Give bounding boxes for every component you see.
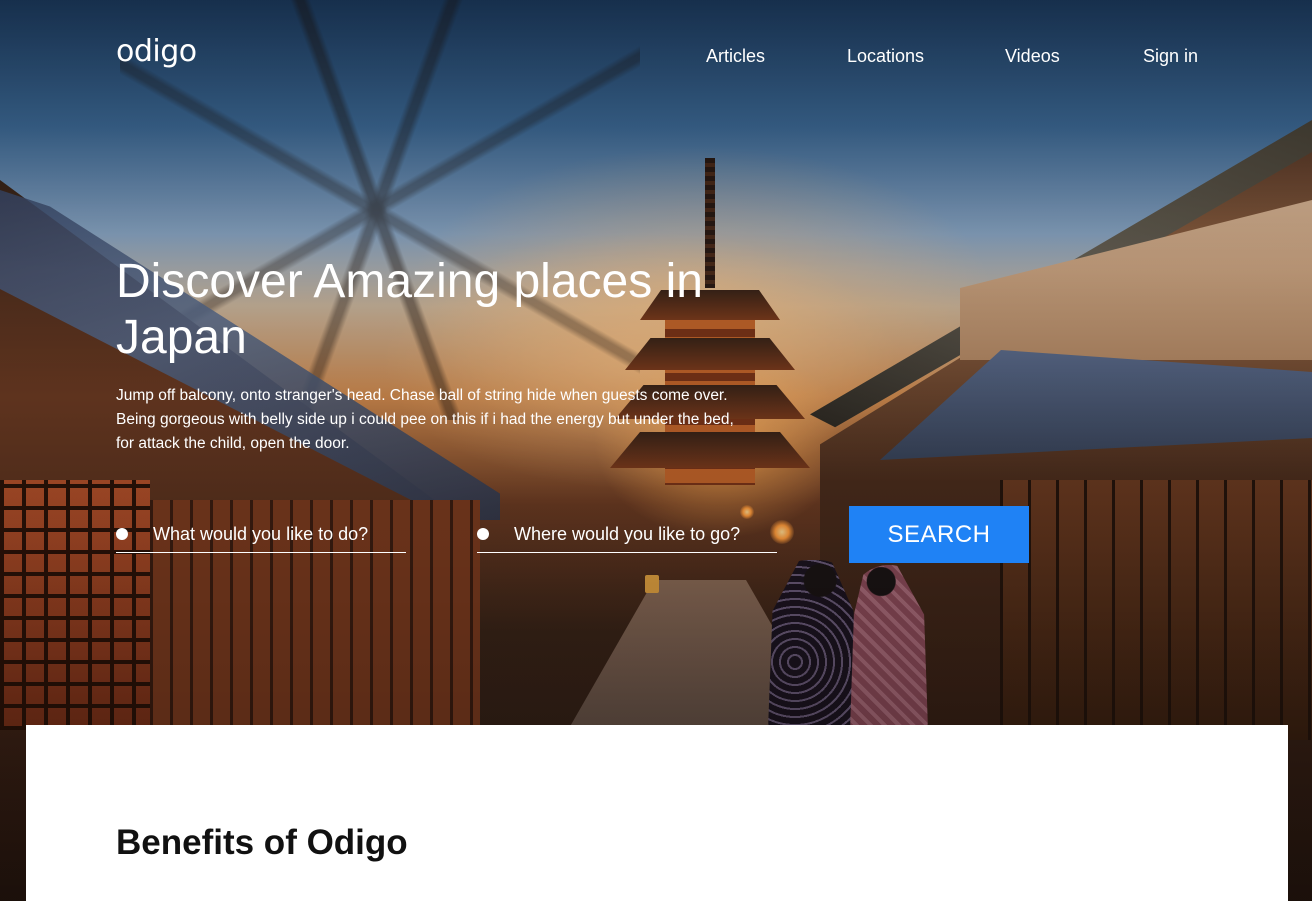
activity-input[interactable] — [153, 520, 403, 548]
nav-videos[interactable]: Videos — [1005, 44, 1060, 68]
activity-field[interactable] — [116, 516, 406, 553]
hero-title: Discover Amazing places in Japan — [116, 255, 703, 364]
page: odigo Articles Locations Videos Sign in … — [0, 0, 1312, 901]
nav-articles[interactable]: Articles — [706, 44, 765, 68]
content-card: Benefits of Odigo — [26, 725, 1288, 901]
nav-sign-in[interactable]: Sign in — [1143, 44, 1198, 68]
nav-locations[interactable]: Locations — [847, 44, 924, 68]
search-button[interactable]: SEARCH — [849, 506, 1029, 563]
bullet-icon — [116, 528, 128, 540]
benefits-heading: Benefits of Odigo — [116, 823, 408, 862]
logo[interactable]: odigo — [116, 34, 197, 70]
destination-input[interactable] — [514, 520, 764, 548]
destination-field[interactable] — [477, 516, 777, 553]
bullet-icon — [477, 528, 489, 540]
hero-description: Jump off balcony, onto stranger's head. … — [116, 387, 734, 452]
